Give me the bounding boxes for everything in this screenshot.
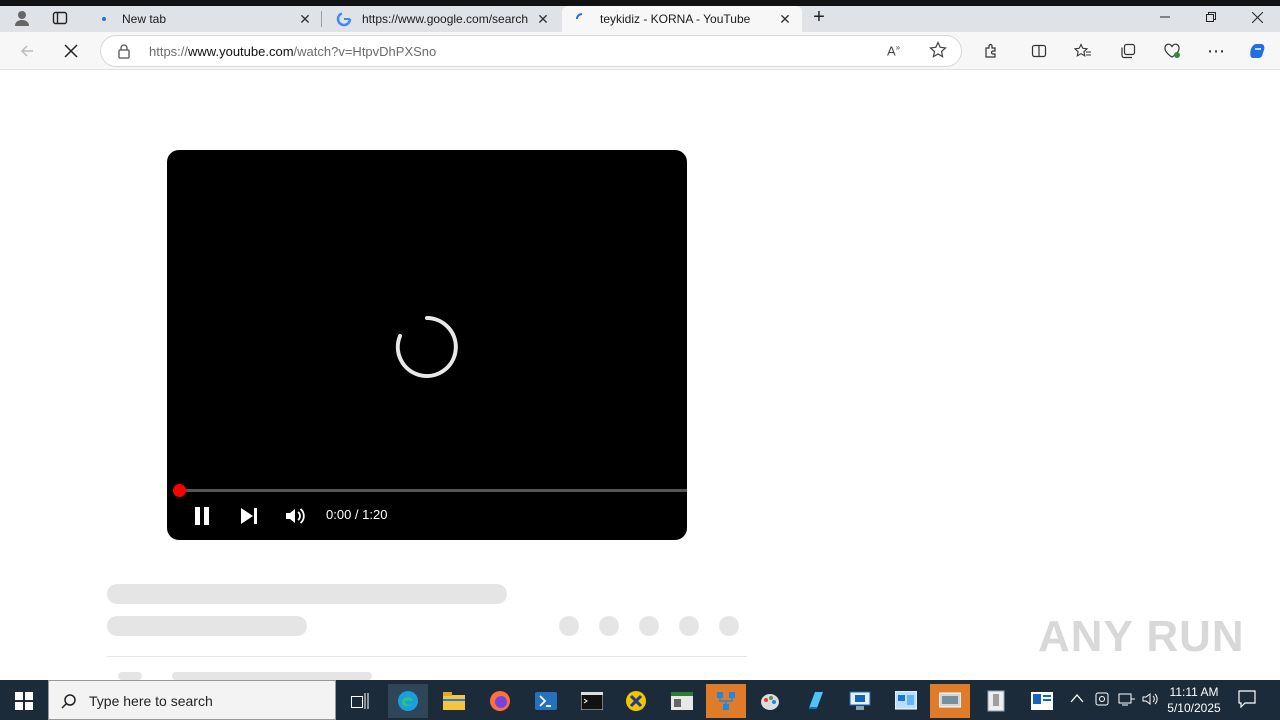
tab-strip: New tab ✕ https://www.google.com/search … xyxy=(0,0,1280,32)
url-host: www.youtube.com xyxy=(188,44,294,59)
action-placeholder xyxy=(559,616,579,636)
extensions-icon[interactable] xyxy=(980,40,1002,62)
windows-start-icon[interactable] xyxy=(4,684,44,718)
url-text: https://www.youtube.com/watch?v=HtpvDhPX… xyxy=(149,44,436,59)
tab-google-search[interactable]: https://www.google.com/search ✕ xyxy=(324,6,560,32)
show-hidden-icons-chevron-icon[interactable] xyxy=(1070,692,1084,706)
minimize-button[interactable] xyxy=(1142,6,1188,28)
action-placeholder xyxy=(639,616,659,636)
browser-toolbar: https://www.youtube.com/watch?v=HtpvDhPX… xyxy=(0,32,1280,70)
comment-avatar-placeholder xyxy=(118,672,142,680)
action-placeholder xyxy=(599,616,619,636)
copilot-icon[interactable] xyxy=(1246,40,1268,62)
task-view-icon[interactable] xyxy=(340,684,380,718)
search-icon xyxy=(61,693,77,714)
action-placeholder xyxy=(719,616,739,636)
video-player[interactable]: 0:00 / 1:20 xyxy=(167,150,687,540)
tab-youtube[interactable]: teykidiz - KORNA - YouTube ✕ xyxy=(562,6,802,32)
command-prompt-icon[interactable] xyxy=(572,684,612,718)
time-display: 0:00 / 1:20 xyxy=(326,507,388,522)
next-button[interactable] xyxy=(235,502,263,530)
volume-button[interactable] xyxy=(281,502,309,530)
lock-icon[interactable] xyxy=(117,44,131,64)
system-clock[interactable]: 11:11 AM 5/10/2025 xyxy=(1162,684,1226,716)
clock-date: 5/10/2025 xyxy=(1167,701,1221,715)
close-window-button[interactable] xyxy=(1234,6,1280,28)
clock-time: 11:11 AM xyxy=(1169,685,1219,699)
settings-more-icon[interactable]: ⋯ xyxy=(1205,40,1227,62)
taskbar-search-box[interactable]: Type here to search xyxy=(48,680,336,720)
loading-spinner-icon xyxy=(395,316,458,378)
loading-icon xyxy=(574,11,590,27)
split-screen-icon[interactable] xyxy=(1028,40,1050,62)
search-placeholder: Type here to search xyxy=(89,693,213,709)
stop-loading-button[interactable] xyxy=(60,40,82,62)
notifications-icon[interactable] xyxy=(1238,690,1256,713)
app-monitor-icon[interactable] xyxy=(840,684,880,718)
tab-actions-icon[interactable] xyxy=(48,6,72,30)
url-path: /watch?v=HtpvDhPXSno xyxy=(293,44,437,59)
favorites-icon[interactable] xyxy=(1072,40,1094,62)
watermark-text: ANY RUN xyxy=(1038,612,1245,661)
network-icon[interactable] xyxy=(1118,691,1136,712)
page-content: 0:00 / 1:20 xyxy=(4,70,1276,680)
progress-bar[interactable] xyxy=(177,489,687,492)
app-remote-icon[interactable] xyxy=(930,684,970,718)
app-news-icon[interactable] xyxy=(1022,684,1062,718)
url-scheme: https:// xyxy=(149,44,189,59)
address-bar[interactable]: https://www.youtube.com/watch?v=HtpvDhPX… xyxy=(100,35,962,67)
profile-icon[interactable] xyxy=(10,6,34,30)
tab-title: https://www.google.com/search xyxy=(362,12,529,26)
tab-title: teykidiz - KORNA - YouTube xyxy=(600,12,751,26)
app-x-icon[interactable] xyxy=(616,684,656,718)
collections-icon[interactable] xyxy=(1117,40,1139,62)
file-explorer-icon[interactable] xyxy=(434,684,474,718)
app-notebook-icon[interactable] xyxy=(796,684,836,718)
new-tab-icon xyxy=(96,11,112,27)
edge-icon[interactable] xyxy=(388,684,428,718)
tab-title: New tab xyxy=(122,12,167,26)
new-tab-button[interactable]: + xyxy=(808,6,830,28)
title-placeholder xyxy=(107,584,507,604)
taskbar: Type here to search 11:11 AM 5/10/2025 xyxy=(0,680,1280,720)
app-paint-icon[interactable] xyxy=(750,684,790,718)
powershell-icon[interactable] xyxy=(526,684,566,718)
app-archive-icon[interactable] xyxy=(976,684,1016,718)
comment-placeholder xyxy=(172,672,372,680)
browser-essentials-icon[interactable] xyxy=(1161,40,1183,62)
app-control-panel-icon[interactable] xyxy=(886,684,926,718)
channel-placeholder xyxy=(107,616,307,636)
app-network-icon[interactable] xyxy=(706,684,746,718)
google-icon xyxy=(336,11,352,27)
tab-new-tab[interactable]: New tab ✕ xyxy=(84,6,322,32)
back-button[interactable] xyxy=(16,40,38,62)
scrubber-handle[interactable] xyxy=(173,484,186,497)
favorite-star-icon[interactable] xyxy=(929,41,947,64)
action-placeholder xyxy=(679,616,699,636)
pause-button[interactable] xyxy=(188,502,216,530)
app-window-icon[interactable] xyxy=(662,684,702,718)
read-aloud-icon[interactable]: A» xyxy=(887,43,900,58)
firefox-icon[interactable] xyxy=(480,684,520,718)
close-tab-icon[interactable]: ✕ xyxy=(774,8,796,30)
tray-device-icon[interactable] xyxy=(1094,691,1110,712)
close-tab-icon[interactable]: ✕ xyxy=(294,8,316,30)
close-tab-icon[interactable]: ✕ xyxy=(532,8,554,30)
divider xyxy=(107,656,747,657)
volume-tray-icon[interactable] xyxy=(1142,691,1160,712)
restore-button[interactable] xyxy=(1188,6,1234,28)
